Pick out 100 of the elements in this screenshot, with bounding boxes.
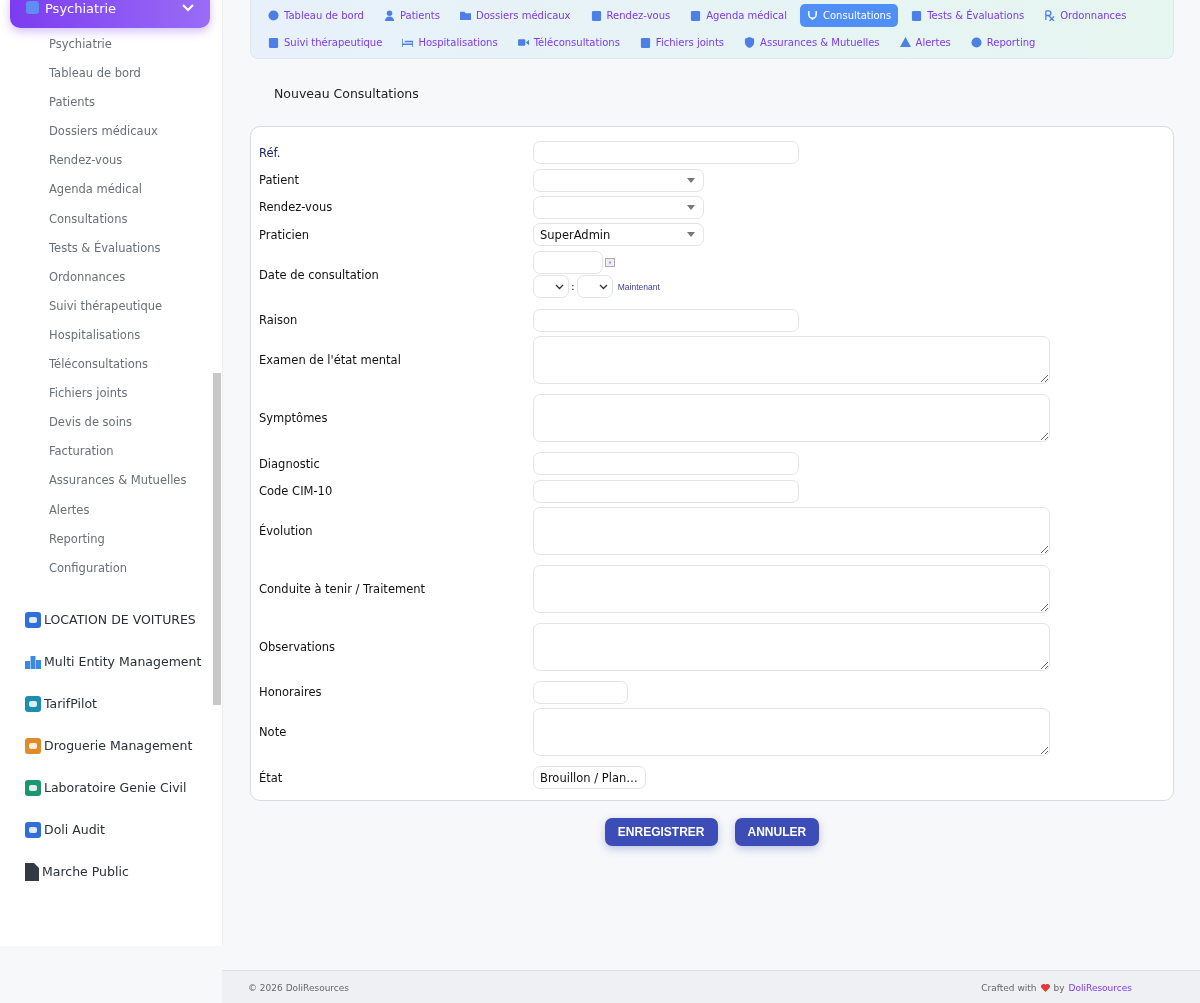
brand-link[interactable]: DoliResources [1068, 982, 1132, 993]
sidebar-item[interactable]: Reporting [49, 530, 222, 560]
tab-icon [590, 10, 602, 21]
caret-icon [687, 204, 695, 210]
text-area[interactable] [533, 708, 1050, 757]
text-area[interactable] [533, 393, 1050, 442]
module-link[interactable]: LOCATION DE VOITURES [25, 598, 222, 641]
select-field[interactable]: SuperAdmin [533, 223, 704, 247]
chevron-icon [598, 283, 608, 290]
tab-icon [517, 37, 529, 48]
module-menu-header[interactable]: Psychiatrie [10, 0, 210, 28]
module-link[interactable]: Doli Audit [25, 808, 222, 851]
caret-icon [687, 177, 695, 183]
text-area[interactable] [533, 564, 1050, 613]
nav-tab[interactable]: Patients [376, 4, 447, 27]
sidebar-item[interactable]: Assurances & Mutuelles [49, 472, 222, 502]
tab-icon [383, 10, 395, 21]
nav-tab[interactable]: Téléconsultations [510, 31, 627, 54]
text-area[interactable] [533, 335, 1050, 384]
field-label: Honoraires [259, 685, 323, 700]
tab-icon [970, 37, 982, 48]
text-field[interactable] [533, 452, 799, 476]
module-link[interactable]: Laboratoire Genie Civil [25, 766, 222, 809]
sidebar-item[interactable]: Configuration [49, 559, 222, 589]
field-label: Conduite à tenir / Traitement [259, 581, 427, 596]
field-label: Note [259, 725, 288, 740]
nav-tab[interactable]: Dossiers médicaux [452, 4, 578, 27]
hour-select[interactable] [533, 275, 569, 299]
sidebar-item[interactable]: Consultations [49, 210, 222, 240]
text-field[interactable] [533, 479, 799, 503]
chevron-icon [555, 283, 564, 290]
nav-tab[interactable]: Suivi thérapeutique [261, 31, 390, 54]
tab-icon [459, 10, 471, 21]
sidebar-item[interactable]: Agenda médical [49, 181, 222, 211]
nav-tab[interactable]: Rendez-vous [583, 4, 678, 27]
form-button[interactable]: ANNULER [734, 817, 820, 846]
date-field[interactable] [533, 251, 603, 275]
nav-tab[interactable]: Tests & Évaluations [904, 4, 1032, 27]
nav-tab[interactable]: Hospitalisations [395, 31, 505, 54]
time-separator: : [571, 280, 575, 294]
select-field[interactable] [533, 168, 704, 192]
calendar-icon[interactable] [605, 258, 615, 268]
heart-icon [1040, 983, 1050, 992]
field-label: Réf. [259, 145, 282, 160]
module-link[interactable]: TarifPilot [25, 682, 222, 725]
tab-icon [268, 10, 279, 21]
nav-tab[interactable]: Fichiers joints [632, 31, 732, 54]
text-field[interactable] [533, 308, 799, 332]
nav-tab[interactable]: Assurances & Mutuelles [737, 31, 887, 54]
sidebar-item[interactable]: Facturation [49, 443, 222, 473]
sidebar-item[interactable]: Rendez-vous [49, 152, 222, 182]
sidebar-item[interactable]: Devis de soins [49, 414, 222, 444]
scrollbar[interactable] [213, 373, 221, 705]
minute-select[interactable] [576, 275, 613, 299]
sidebar-item[interactable]: Suivi thérapeutique [49, 297, 222, 327]
module-link[interactable]: Marche Public [25, 850, 222, 893]
text-area[interactable] [533, 506, 1050, 555]
field-label: Examen de l'état mental [259, 352, 402, 367]
sidebar-item[interactable]: Psychiatrie [49, 36, 222, 66]
chevron-icon [182, 4, 194, 12]
nav-tab[interactable]: Reporting [963, 31, 1043, 54]
nav-tab[interactable]: Ordonnances [1037, 4, 1134, 27]
page-title: Nouveau Consultations [274, 86, 420, 101]
now-link[interactable]: Maintenant [617, 281, 660, 292]
text-area[interactable] [533, 622, 1050, 671]
credit-text: Crafted with [981, 982, 1037, 993]
number-field[interactable] [533, 680, 628, 704]
sidebar-item[interactable]: Téléconsultations [49, 356, 222, 386]
field-label: Rendez-vous [259, 200, 334, 215]
nav-tab[interactable]: Consultations [800, 4, 899, 27]
tab-icon [807, 10, 818, 21]
module-link[interactable]: Droguerie Management [25, 724, 222, 767]
sidebar-item[interactable]: Fichiers joints [49, 385, 222, 415]
nav-tab[interactable]: Tableau de bord [261, 4, 371, 27]
sidebar-item[interactable]: Tests & Évaluations [49, 239, 222, 269]
select-field[interactable] [533, 195, 704, 219]
field-label: Évolution [259, 523, 314, 538]
module-link[interactable]: Multi Entity Management [25, 640, 222, 683]
sidebar-item[interactable]: Ordonnances [49, 268, 222, 298]
sidebar-item[interactable]: Hospitalisations [49, 326, 222, 357]
sidebar-item[interactable]: Tableau de bord [49, 65, 222, 95]
tab-icon [744, 37, 756, 48]
text-field[interactable] [533, 141, 799, 165]
tab-icon [1044, 10, 1056, 21]
sidebar-item[interactable]: Alertes [49, 501, 222, 531]
field-label: Code CIM-10 [259, 484, 334, 499]
nav-tab[interactable]: Agenda médical [683, 4, 794, 27]
field-label: Praticien [259, 227, 311, 242]
tab-icon [690, 10, 702, 21]
credit-text: by [1053, 982, 1065, 993]
status-select[interactable]: Brouillon / Plan… [533, 766, 646, 790]
copyright-text: © 2026 DoliResources [248, 982, 350, 993]
nav-tab[interactable]: Alertes [892, 31, 958, 54]
form-button[interactable]: ENREGISTRER [604, 817, 718, 846]
field-label: Symptômes [259, 410, 329, 425]
sidebar-item[interactable]: Patients [49, 94, 222, 124]
tab-icon [268, 37, 279, 48]
field-label: Patient [259, 173, 301, 188]
tab-icon [911, 10, 923, 21]
sidebar-item[interactable]: Dossiers médicaux [49, 123, 222, 153]
